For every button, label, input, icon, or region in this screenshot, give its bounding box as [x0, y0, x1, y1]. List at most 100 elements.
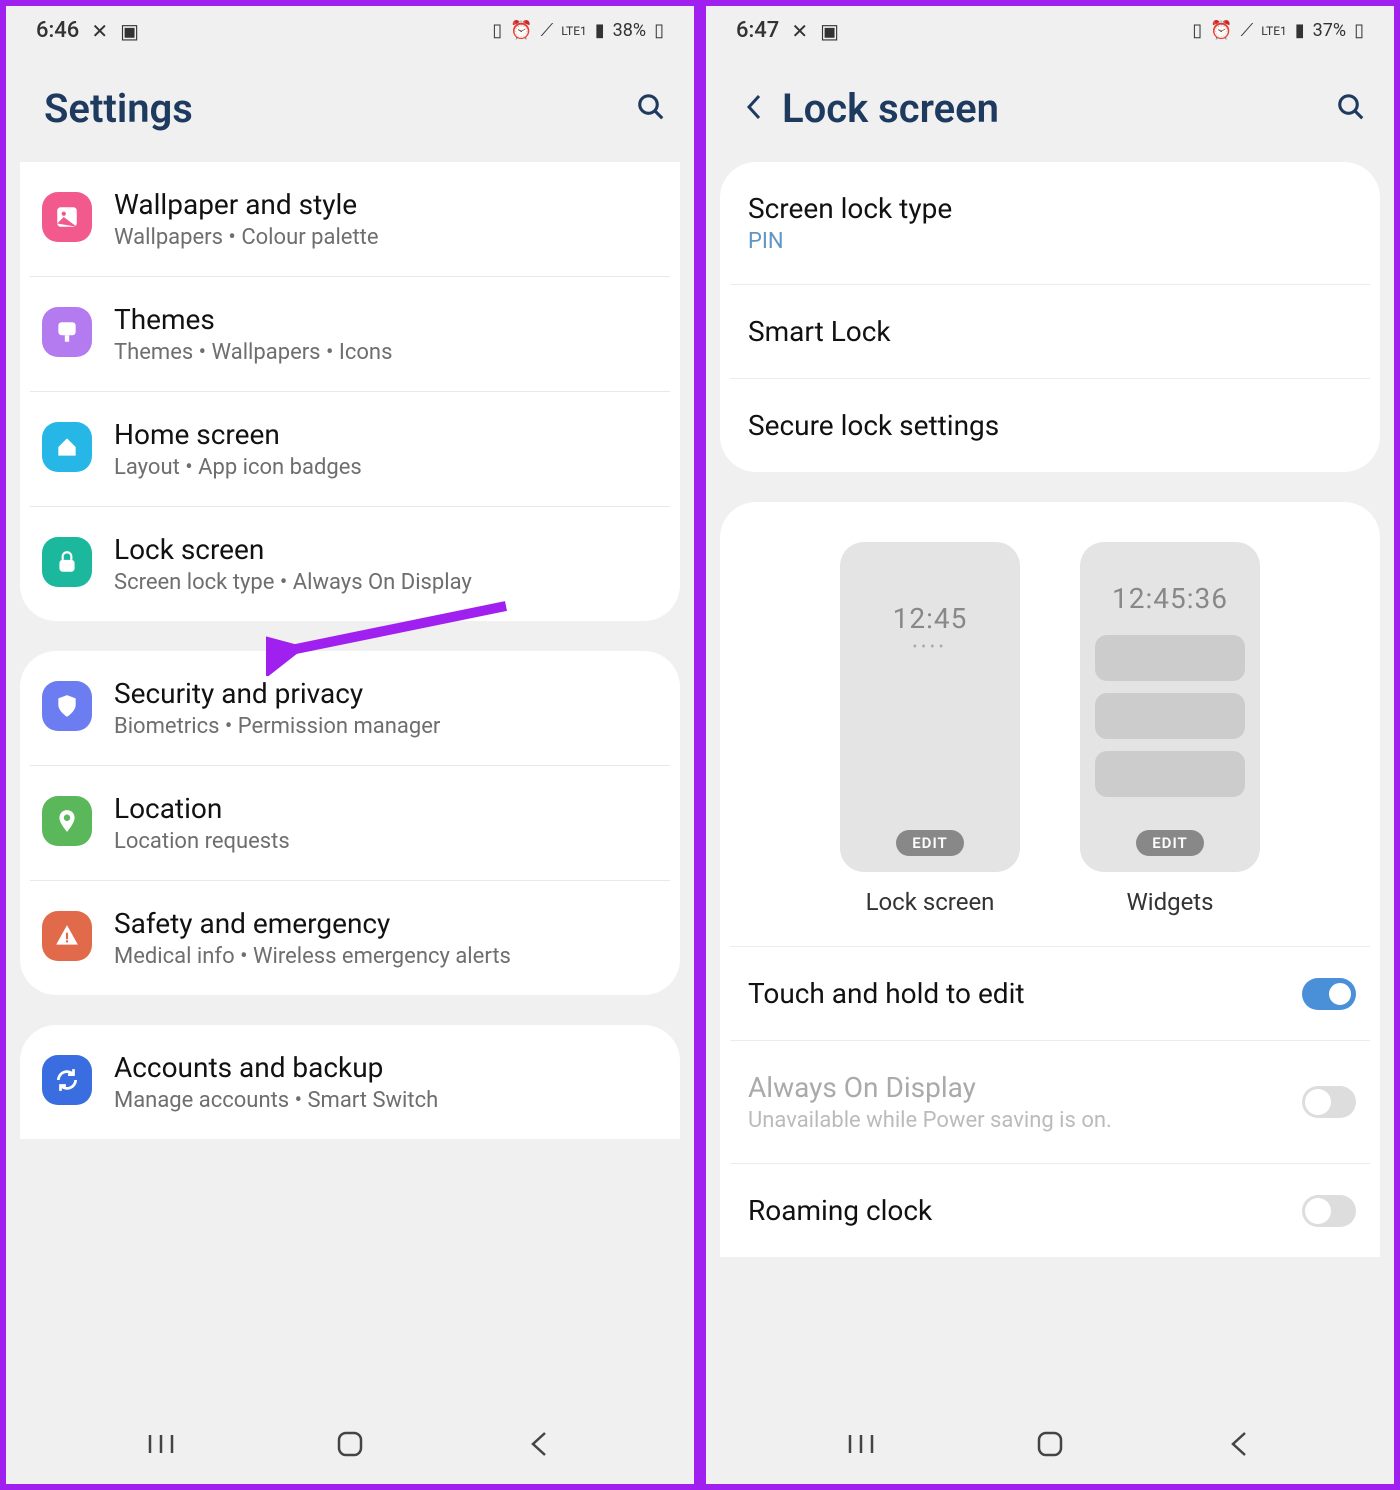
item-sub: Themes • Wallpapers • Icons	[114, 340, 660, 365]
alarm-icon: ⏰	[1210, 20, 1232, 41]
settings-item-security[interactable]: Security and privacy Biometrics • Permis…	[30, 651, 670, 766]
preview-lockscreen[interactable]: 12:45 •••• EDIT Lock screen	[840, 542, 1020, 916]
recent-apps-button[interactable]	[841, 1424, 881, 1464]
shield-icon	[42, 681, 92, 731]
toggle-always-on-display	[1302, 1086, 1356, 1118]
preview-dots-icon: ••••	[913, 639, 948, 655]
settings-item-safety[interactable]: Safety and emergency Medical info • Wire…	[30, 881, 670, 995]
alarm-icon: ⏰	[510, 20, 532, 41]
camera-icon: ▯	[1192, 20, 1202, 41]
item-sub: Wallpapers • Colour palette	[114, 225, 660, 250]
preview-widget-placeholder	[1095, 693, 1245, 739]
item-title: Lock screen	[114, 533, 660, 566]
camera-icon: ▯	[492, 20, 502, 41]
brush-icon	[42, 307, 92, 357]
missed-call-icon: ✕	[91, 19, 108, 43]
item-sub: PIN	[748, 229, 952, 254]
settings-item-wallpaper[interactable]: Wallpaper and style Wallpapers • Colour …	[30, 162, 670, 277]
battery-text: 38%	[613, 20, 646, 41]
settings-item-accounts[interactable]: Accounts and backup Manage accounts • Sm…	[30, 1025, 670, 1139]
item-sub: Manage accounts • Smart Switch	[114, 1088, 660, 1113]
item-title: Roaming clock	[748, 1194, 932, 1227]
lockscreen-list[interactable]: Screen lock type PIN Smart Lock Secure l…	[706, 162, 1394, 1404]
preview-label: Lock screen	[866, 888, 995, 916]
battery-icon: ▯	[1354, 20, 1364, 41]
nav-bar	[706, 1404, 1394, 1484]
settings-group-display: Wallpaper and style Wallpapers • Colour …	[20, 162, 680, 621]
item-roaming-clock[interactable]: Roaming clock	[730, 1164, 1370, 1257]
item-sub: Unavailable while Power saving is on.	[748, 1108, 1112, 1133]
item-title: Secure lock settings	[748, 409, 999, 442]
battery-text: 37%	[1313, 20, 1346, 41]
item-smart-lock[interactable]: Smart Lock	[730, 285, 1370, 379]
lockscreen-group-preview: 12:45 •••• EDIT Lock screen 12:45:36 EDI…	[720, 502, 1380, 1257]
preview-time: 12:45:36	[1112, 582, 1228, 615]
status-bar: 6:47 ✕ ▣ ▯ ⏰ ⟋ LTE1 ▮ 37% ▯	[706, 6, 1394, 55]
header: Settings	[6, 55, 694, 162]
header: Lock screen	[706, 55, 1394, 162]
item-title: Security and privacy	[114, 677, 660, 710]
edit-badge[interactable]: EDIT	[1136, 830, 1204, 856]
preview-lockscreen-box: 12:45 •••• EDIT	[840, 542, 1020, 872]
item-always-on-display: Always On Display Unavailable while Powe…	[730, 1041, 1370, 1164]
sync-icon	[42, 1055, 92, 1105]
pin-icon	[42, 796, 92, 846]
toggle-touch-hold[interactable]	[1302, 978, 1356, 1010]
home-icon	[42, 422, 92, 472]
item-title: Smart Lock	[748, 315, 891, 348]
lockscreen-group-top: Screen lock type PIN Smart Lock Secure l…	[720, 162, 1380, 472]
phone-settings: 6:46 ✕ ▣ ▯ ⏰ ⟋ LTE1 ▮ 38% ▯ Settings	[0, 0, 700, 1490]
picture-icon	[42, 192, 92, 242]
alert-icon	[42, 911, 92, 961]
item-title: Touch and hold to edit	[748, 977, 1025, 1010]
item-sub: Biometrics • Permission manager	[114, 714, 660, 739]
wifi-icon: ⟋	[541, 20, 554, 41]
item-sub: Screen lock type • Always On Display	[114, 570, 660, 595]
volte-icon: LTE1	[1261, 24, 1287, 38]
wifi-icon: ⟋	[1241, 20, 1254, 41]
phone-lockscreen: 6:47 ✕ ▣ ▯ ⏰ ⟋ LTE1 ▮ 37% ▯ Lock screen …	[700, 0, 1400, 1490]
home-button[interactable]	[330, 1424, 370, 1464]
preview-label: Widgets	[1126, 888, 1213, 916]
settings-group-security: Security and privacy Biometrics • Permis…	[20, 651, 680, 995]
settings-group-accounts: Accounts and backup Manage accounts • Sm…	[20, 1025, 680, 1139]
back-icon[interactable]	[744, 85, 764, 132]
signal-icon: ▮	[1295, 20, 1305, 41]
page-title: Settings	[44, 85, 193, 132]
status-time: 6:46	[36, 18, 79, 43]
item-title: Home screen	[114, 418, 660, 451]
item-title: Always On Display	[748, 1071, 1112, 1104]
nav-bar	[6, 1404, 694, 1484]
preview-widget-placeholder	[1095, 751, 1245, 797]
item-title: Location	[114, 792, 660, 825]
back-button[interactable]	[519, 1424, 559, 1464]
lock-icon	[42, 537, 92, 587]
item-title: Safety and emergency	[114, 907, 660, 940]
toggle-roaming-clock[interactable]	[1302, 1195, 1356, 1227]
status-bar: 6:46 ✕ ▣ ▯ ⏰ ⟋ LTE1 ▮ 38% ▯	[6, 6, 694, 55]
battery-icon: ▯	[654, 20, 664, 41]
item-screen-lock-type[interactable]: Screen lock type PIN	[730, 162, 1370, 285]
item-title: Wallpaper and style	[114, 188, 660, 221]
preview-row: 12:45 •••• EDIT Lock screen 12:45:36 EDI…	[730, 502, 1370, 947]
settings-item-location[interactable]: Location Location requests	[30, 766, 670, 881]
settings-item-home[interactable]: Home screen Layout • App icon badges	[30, 392, 670, 507]
settings-list[interactable]: Wallpaper and style Wallpapers • Colour …	[6, 162, 694, 1404]
search-icon[interactable]	[1336, 92, 1366, 126]
settings-item-lock-screen[interactable]: Lock screen Screen lock type • Always On…	[30, 507, 670, 621]
settings-item-themes[interactable]: Themes Themes • Wallpapers • Icons	[30, 277, 670, 392]
home-button[interactable]	[1030, 1424, 1070, 1464]
item-sub: Medical info • Wireless emergency alerts	[114, 944, 660, 969]
status-time: 6:47	[736, 18, 779, 43]
preview-widgets[interactable]: 12:45:36 EDIT Widgets	[1080, 542, 1260, 916]
item-secure-lock-settings[interactable]: Secure lock settings	[730, 379, 1370, 472]
back-button[interactable]	[1219, 1424, 1259, 1464]
item-touch-hold-edit[interactable]: Touch and hold to edit	[730, 947, 1370, 1041]
recent-apps-button[interactable]	[141, 1424, 181, 1464]
item-sub: Layout • App icon badges	[114, 455, 660, 480]
volte-icon: LTE1	[561, 24, 587, 38]
search-icon[interactable]	[636, 92, 666, 126]
preview-widgets-box: 12:45:36 EDIT	[1080, 542, 1260, 872]
edit-badge[interactable]: EDIT	[896, 830, 964, 856]
preview-time: 12:45	[893, 602, 968, 635]
